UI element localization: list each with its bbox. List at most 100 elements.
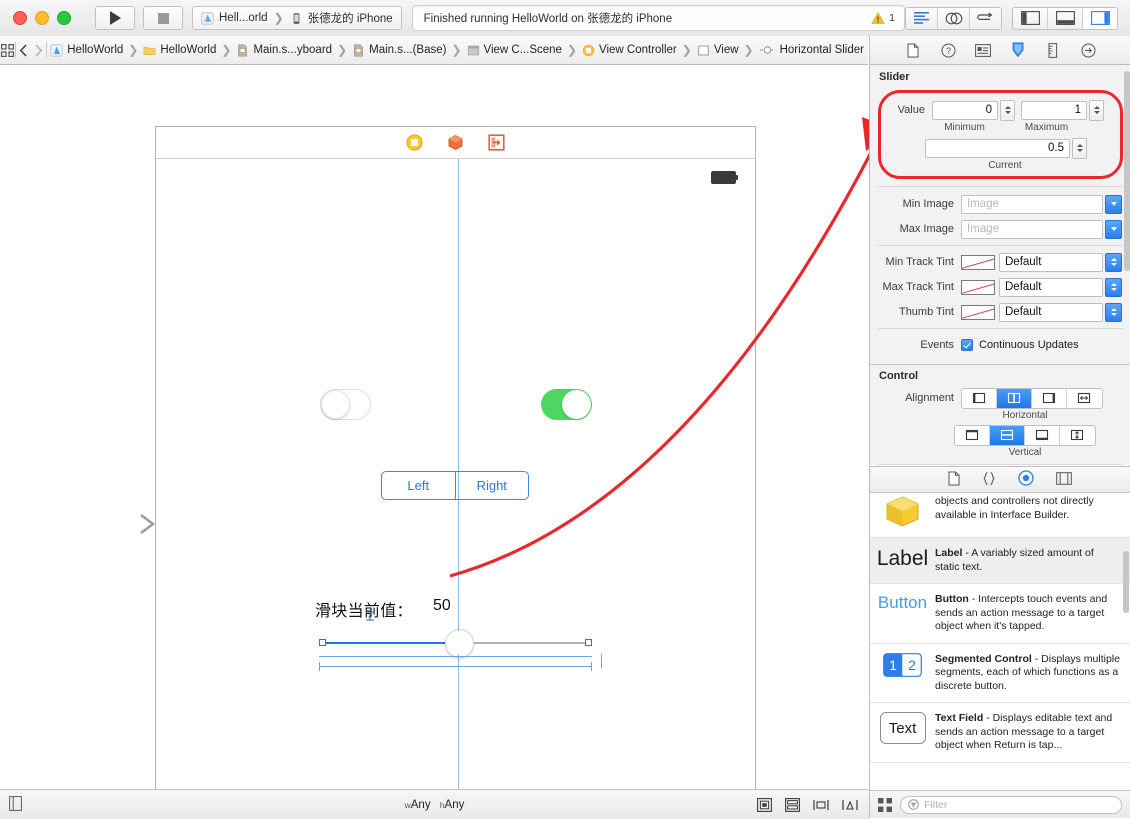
- max-track-tint-dropdown-button[interactable]: [1105, 277, 1122, 297]
- current-value-stepper[interactable]: [1072, 137, 1087, 159]
- tab-connections-inspector[interactable]: [1077, 40, 1099, 60]
- forward-button[interactable]: [31, 36, 46, 64]
- breadcrumb-item-group[interactable]: HelloWorld: [139, 36, 220, 64]
- align-bottom-button[interactable]: [1025, 425, 1060, 445]
- breadcrumb-item-view-controller[interactable]: View Controller: [578, 36, 681, 64]
- align-fill-vertical-button[interactable]: [1060, 426, 1095, 445]
- tab-code-snippet-library[interactable]: [982, 471, 996, 489]
- min-track-tint-color-well[interactable]: [961, 254, 995, 270]
- object-library-list[interactable]: objects and controllers not directly ava…: [869, 493, 1130, 790]
- back-button[interactable]: [16, 36, 31, 64]
- toggle-debug-button[interactable]: [1048, 7, 1083, 29]
- list-item[interactable]: 1 2 Segmented Control - Displays multipl…: [870, 644, 1130, 703]
- breadcrumb-item-storyboard-base[interactable]: Main.s...(Base): [348, 36, 450, 64]
- library-scrollbar[interactable]: [1123, 551, 1129, 613]
- tab-size-inspector[interactable]: [1042, 40, 1064, 60]
- align-center-horizontal-button[interactable]: [997, 388, 1032, 408]
- min-track-tint-value[interactable]: Default: [999, 252, 1103, 272]
- exit-segue-icon[interactable]: [488, 134, 505, 151]
- slider-value-label-value[interactable]: 50: [433, 597, 451, 615]
- tab-attributes-inspector[interactable]: [1007, 40, 1029, 60]
- minimum-value-field[interactable]: 0: [932, 100, 998, 120]
- switch-off[interactable]: [320, 389, 371, 420]
- size-class-indicator[interactable]: wAny hAny: [0, 799, 869, 811]
- min-image-dropdown-button[interactable]: [1105, 194, 1122, 214]
- attributes-inspector-panel: Slider Value 0 1 Minimum Maximum 0.5 Cur…: [869, 65, 1130, 465]
- align-left-button[interactable]: [962, 388, 997, 408]
- tab-file-template-library[interactable]: [948, 471, 960, 489]
- inspector-scrollbar[interactable]: [1124, 71, 1130, 271]
- max-image-field[interactable]: Image: [961, 219, 1103, 239]
- breadcrumb-item-slider[interactable]: Horizontal Slider: [755, 36, 868, 64]
- max-track-tint-value[interactable]: Default: [999, 277, 1103, 297]
- device-iphone-icon: [293, 12, 299, 24]
- status-text: Finished running HelloWorld on 张德龙的 iPho…: [423, 13, 673, 25]
- thumb-tint-color-well[interactable]: [961, 304, 995, 320]
- slider-thumb[interactable]: [445, 629, 474, 658]
- horizontal-slider-selected[interactable]: [319, 629, 592, 658]
- segment-left[interactable]: Left: [382, 472, 456, 499]
- assistant-editor-button[interactable]: [938, 7, 970, 29]
- stop-button[interactable]: [143, 6, 183, 30]
- min-image-field[interactable]: Image: [961, 194, 1103, 214]
- scheme-selector[interactable]: Hell...orld ❯ 张德龙的 iPhone: [192, 6, 402, 30]
- maximum-value-field[interactable]: 1: [1021, 100, 1087, 120]
- device-view[interactable]: Left Right 滑块当前值： 50: [155, 126, 756, 789]
- first-responder-cube-icon[interactable]: [447, 134, 464, 151]
- library-filter-field[interactable]: Filter: [900, 795, 1122, 814]
- tab-identity-inspector[interactable]: [972, 40, 994, 60]
- alignment-vertical-row: [870, 424, 1130, 446]
- segmented-control[interactable]: Left Right: [381, 471, 529, 500]
- align-top-button[interactable]: [955, 425, 990, 445]
- max-track-tint-color-well[interactable]: [961, 279, 995, 295]
- breadcrumb-item-storyboard[interactable]: Main.s...yboard: [232, 36, 336, 64]
- toggle-navigator-button[interactable]: [1013, 7, 1048, 29]
- version-editor-button[interactable]: [970, 8, 1001, 29]
- thumb-tint-value[interactable]: Default: [999, 302, 1103, 322]
- toggle-utilities-button[interactable]: [1083, 7, 1117, 29]
- standard-editor-button[interactable]: [906, 7, 938, 29]
- list-item[interactable]: Label Label - A variably sized amount of…: [870, 538, 1130, 584]
- list-item[interactable]: Button Button - Intercepts touch events …: [870, 584, 1130, 644]
- align-fill-horizontal-button[interactable]: [1067, 389, 1102, 408]
- alignment-vertical-group[interactable]: [954, 424, 1096, 446]
- minimum-value-stepper[interactable]: [1000, 99, 1015, 121]
- braces-icon: [983, 471, 995, 485]
- align-right-button[interactable]: [1032, 388, 1067, 408]
- alignment-horizontal-group[interactable]: [961, 387, 1103, 409]
- switch-on[interactable]: [541, 389, 592, 420]
- thumb-tint-dropdown-button[interactable]: [1105, 302, 1122, 322]
- align-center-vertical-button[interactable]: [990, 425, 1025, 445]
- library-item-icon: Label: [877, 547, 928, 571]
- breadcrumb-item-project[interactable]: HelloWorld: [46, 36, 127, 64]
- current-value-field[interactable]: 0.5: [925, 138, 1070, 158]
- list-item[interactable]: Text Text Field - Displays editable text…: [870, 703, 1130, 763]
- max-image-dropdown-button[interactable]: [1105, 219, 1122, 239]
- min-track-tint-dropdown-button[interactable]: [1105, 252, 1122, 272]
- selection-handle-right[interactable]: [585, 639, 592, 646]
- related-items-button[interactable]: [0, 36, 15, 64]
- close-window-button[interactable]: [13, 11, 27, 25]
- run-button[interactable]: [95, 6, 135, 30]
- segment-right[interactable]: Right: [456, 472, 529, 499]
- editor-mode-group[interactable]: [905, 6, 1002, 30]
- selection-handle-left[interactable]: [319, 639, 326, 646]
- tab-file-inspector[interactable]: [902, 40, 924, 60]
- zoom-window-button[interactable]: [57, 11, 71, 25]
- warning-indicator[interactable]: 1: [871, 11, 895, 25]
- interface-builder-canvas[interactable]: Left Right 滑块当前值： 50: [0, 65, 868, 789]
- tab-media-library[interactable]: [1056, 471, 1072, 488]
- grid-view-icon[interactable]: [878, 797, 892, 812]
- continuous-updates-checkbox[interactable]: [961, 339, 973, 351]
- maximum-value-stepper[interactable]: [1089, 99, 1104, 121]
- view-controller-badge-icon[interactable]: [406, 134, 423, 151]
- tab-quick-help[interactable]: ?: [937, 40, 959, 60]
- activity-status-bar[interactable]: Finished running HelloWorld on 张德龙的 iPho…: [411, 5, 905, 31]
- breadcrumb-item-view[interactable]: View: [693, 36, 743, 64]
- panel-toggle-group[interactable]: [1012, 6, 1118, 30]
- media-film-icon: [1056, 471, 1072, 485]
- minimize-window-button[interactable]: [35, 11, 49, 25]
- breadcrumb-item-scene[interactable]: View C...Scene: [463, 36, 566, 64]
- tab-object-library[interactable]: [1018, 470, 1034, 489]
- list-item[interactable]: objects and controllers not directly ava…: [870, 493, 1130, 538]
